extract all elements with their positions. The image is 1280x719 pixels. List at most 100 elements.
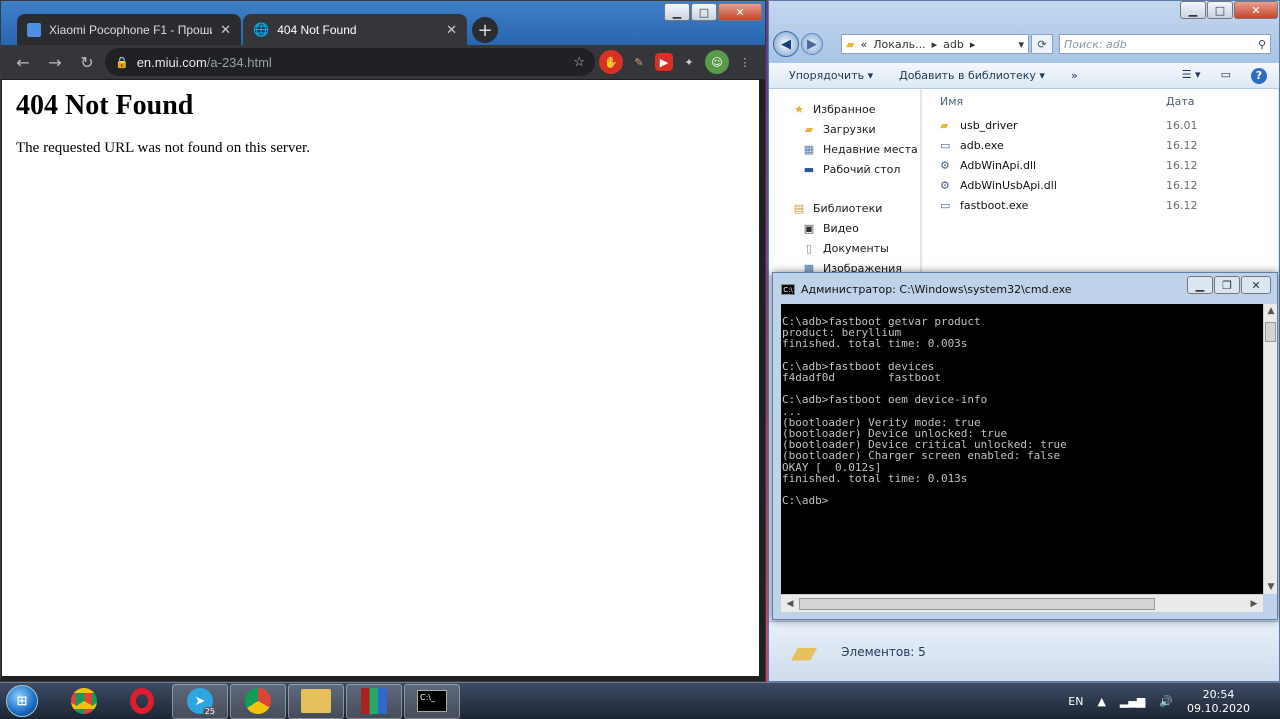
file-name-cell: ⚙ AdbWinApi.dll bbox=[922, 159, 1166, 172]
forward-arrow-icon[interactable]: → bbox=[41, 48, 69, 76]
breadcrumb-overflow[interactable]: « bbox=[860, 38, 867, 51]
scroll-right-icon[interactable]: ▶ bbox=[1247, 597, 1261, 611]
cmd-titlebar: C:\ Администратор: C:\Windows\system32\c… bbox=[781, 283, 1072, 296]
browser-toolbar: ← → ↻ 🔒 en.miui.com/a-234.html ☆ ✋ ✎ ▶ ✦… bbox=[1, 45, 765, 79]
chrome-active-taskbar-icon[interactable] bbox=[230, 683, 286, 719]
preview-pane-icon[interactable]: ▭ bbox=[1221, 68, 1231, 84]
column-name-header[interactable]: Имя bbox=[922, 95, 1166, 108]
file-name-cell: ▭ fastboot.exe bbox=[922, 199, 1166, 212]
close-button[interactable]: ✕ bbox=[1234, 1, 1278, 19]
nav-label: Избранное bbox=[813, 102, 876, 116]
item-count: Элементов: 5 bbox=[841, 644, 926, 659]
help-icon[interactable]: ? bbox=[1251, 67, 1267, 84]
scroll-thumb[interactable] bbox=[799, 598, 1155, 610]
nav-recent-places[interactable]: ▦ Недавние места bbox=[769, 139, 920, 159]
file-row[interactable]: ⚙ AdbWinUsbApi.dll 16.12 bbox=[922, 175, 1278, 195]
minimize-button[interactable]: ▁ bbox=[1180, 1, 1206, 19]
page-content: 404 Not Found The requested URL was not … bbox=[2, 80, 759, 676]
tab-xiaomi[interactable]: Xiaomi Pocophone F1 - Прошив ✕ bbox=[17, 14, 241, 45]
command-bar: Упорядочить ▾ Добавить в библиотеку ▾ » … bbox=[769, 63, 1279, 89]
breadcrumb-separator[interactable]: ▸ bbox=[970, 38, 976, 51]
cmd-taskbar-icon[interactable]: C:\_ bbox=[404, 683, 460, 719]
more-commands-button[interactable]: » bbox=[1071, 69, 1078, 82]
scroll-thumb[interactable] bbox=[1265, 322, 1276, 342]
scroll-left-icon[interactable]: ◀ bbox=[783, 597, 797, 611]
file-date: 16.12 bbox=[1166, 138, 1198, 152]
telegram-taskbar-icon[interactable]: ➤ 25 bbox=[172, 683, 228, 719]
chrome-window-controls: ▁ □ ✕ bbox=[663, 3, 762, 23]
video-extension-icon[interactable]: ▶ bbox=[655, 53, 673, 71]
clock[interactable]: 20:54 09.10.2020 bbox=[1187, 688, 1250, 716]
close-button[interactable]: ✕ bbox=[1241, 276, 1271, 294]
nav-label: Документы bbox=[823, 241, 889, 255]
console-line: finished. total time: 0.003s bbox=[782, 337, 968, 351]
opera-taskbar-icon[interactable] bbox=[114, 684, 170, 719]
console-line: f4dadf0d fastboot bbox=[782, 371, 941, 384]
breadcrumb-separator[interactable]: ▸ bbox=[932, 38, 938, 51]
minimize-button[interactable]: ▁ bbox=[664, 3, 690, 21]
nav-desktop[interactable]: ▬ Рабочий стол bbox=[769, 159, 920, 179]
view-options-icon[interactable]: ☰ ▾ bbox=[1182, 68, 1201, 84]
bookmark-star-icon[interactable]: ☆ bbox=[573, 54, 585, 70]
horizontal-scrollbar[interactable]: ◀ ▶ bbox=[781, 594, 1263, 612]
nav-documents[interactable]: ▯ Документы bbox=[769, 238, 920, 258]
nav-favorites[interactable]: ★ Избранное bbox=[769, 99, 920, 119]
exe-icon: ▭ bbox=[940, 198, 951, 212]
language-indicator[interactable]: EN bbox=[1068, 695, 1083, 708]
file-date: 16.12 bbox=[1166, 198, 1198, 212]
winrar-taskbar-icon[interactable] bbox=[346, 683, 402, 719]
nav-video[interactable]: ▣ Видео bbox=[769, 218, 920, 238]
extensions-puzzle-icon[interactable]: ✦ bbox=[677, 50, 701, 74]
close-tab-icon[interactable]: ✕ bbox=[220, 22, 231, 38]
menu-dots-icon[interactable]: ⋮ bbox=[733, 50, 757, 74]
organize-button[interactable]: Упорядочить ▾ bbox=[789, 69, 873, 82]
adblock-extension-icon[interactable]: ✋ bbox=[599, 50, 623, 74]
file-row[interactable]: ▰ usb_driver 16.01 bbox=[922, 115, 1278, 135]
breadcrumb-adb[interactable]: adb bbox=[943, 38, 964, 51]
refresh-icon[interactable]: ⟳ bbox=[1031, 34, 1053, 54]
scroll-down-icon[interactable]: ▼ bbox=[1264, 580, 1278, 594]
vertical-scrollbar[interactable]: ▲ ▼ bbox=[1263, 304, 1277, 594]
add-to-library-button[interactable]: Добавить в библиотеку ▾ bbox=[899, 69, 1045, 82]
network-signal-icon[interactable]: ▂▄▆ bbox=[1120, 695, 1145, 708]
back-arrow-icon[interactable]: ◀ bbox=[773, 31, 799, 57]
column-date-header[interactable]: Дата bbox=[1166, 95, 1194, 108]
search-input[interactable]: Поиск: adb ⚲ bbox=[1059, 34, 1271, 54]
address-bar[interactable]: 🔒 en.miui.com/a-234.html ☆ bbox=[105, 48, 595, 76]
volume-icon[interactable]: 🔊 bbox=[1159, 695, 1173, 708]
chrome-taskbar-icon[interactable] bbox=[56, 684, 112, 719]
nav-libraries[interactable]: ▤ Библиотеки bbox=[769, 198, 920, 218]
breadcrumb-local[interactable]: Локаль... bbox=[873, 38, 925, 51]
chevron-down-icon[interactable]: ▾ bbox=[1018, 38, 1024, 51]
file-name: AdbWinApi.dll bbox=[960, 158, 1037, 172]
clock-date: 09.10.2020 bbox=[1187, 701, 1250, 715]
tab-404[interactable]: 🌐 404 Not Found ✕ bbox=[243, 14, 467, 45]
close-tab-icon[interactable]: ✕ bbox=[446, 22, 457, 38]
maximize-button[interactable]: □ bbox=[1207, 1, 1233, 19]
show-hidden-icons-icon[interactable]: ▲ bbox=[1097, 695, 1105, 708]
start-button[interactable]: ⊞ bbox=[0, 683, 44, 719]
explorer-address-bar[interactable]: ▰ « Локаль... ▸ adb ▸ ▾ bbox=[841, 34, 1029, 54]
pen-extension-icon[interactable]: ✎ bbox=[627, 50, 651, 74]
console-output[interactable]: C:\adb>fastboot getvar product product: b… bbox=[781, 304, 1263, 594]
file-list: Имя Дата ▰ usb_driver 16.01 ▭ adb.exe 16.12 ⚙ A… bbox=[922, 89, 1278, 275]
close-button[interactable]: ✕ bbox=[718, 3, 762, 21]
recent-places-icon: ▦ bbox=[803, 142, 815, 156]
nav-downloads[interactable]: ▰ Загрузки bbox=[769, 119, 920, 139]
minimize-button[interactable]: ▁ bbox=[1187, 276, 1213, 294]
explorer-taskbar-icon[interactable] bbox=[288, 683, 344, 719]
new-tab-button[interactable]: + bbox=[472, 17, 498, 43]
maximize-button[interactable]: □ bbox=[691, 3, 717, 21]
forward-arrow-icon[interactable]: ▶ bbox=[801, 33, 823, 55]
file-row[interactable]: ▭ fastboot.exe 16.12 bbox=[922, 195, 1278, 215]
scroll-up-icon[interactable]: ▲ bbox=[1264, 304, 1278, 318]
file-row[interactable]: ▭ adb.exe 16.12 bbox=[922, 135, 1278, 155]
video-icon: ▣ bbox=[803, 221, 815, 235]
file-row[interactable]: ⚙ AdbWinApi.dll 16.12 bbox=[922, 155, 1278, 175]
reload-icon[interactable]: ↻ bbox=[73, 48, 101, 76]
restore-button[interactable]: ❐ bbox=[1214, 276, 1240, 294]
profile-avatar[interactable]: ☺ bbox=[705, 50, 729, 74]
back-arrow-icon[interactable]: ← bbox=[9, 48, 37, 76]
nav-label: Видео bbox=[823, 221, 859, 235]
exe-icon: ▭ bbox=[940, 138, 951, 152]
